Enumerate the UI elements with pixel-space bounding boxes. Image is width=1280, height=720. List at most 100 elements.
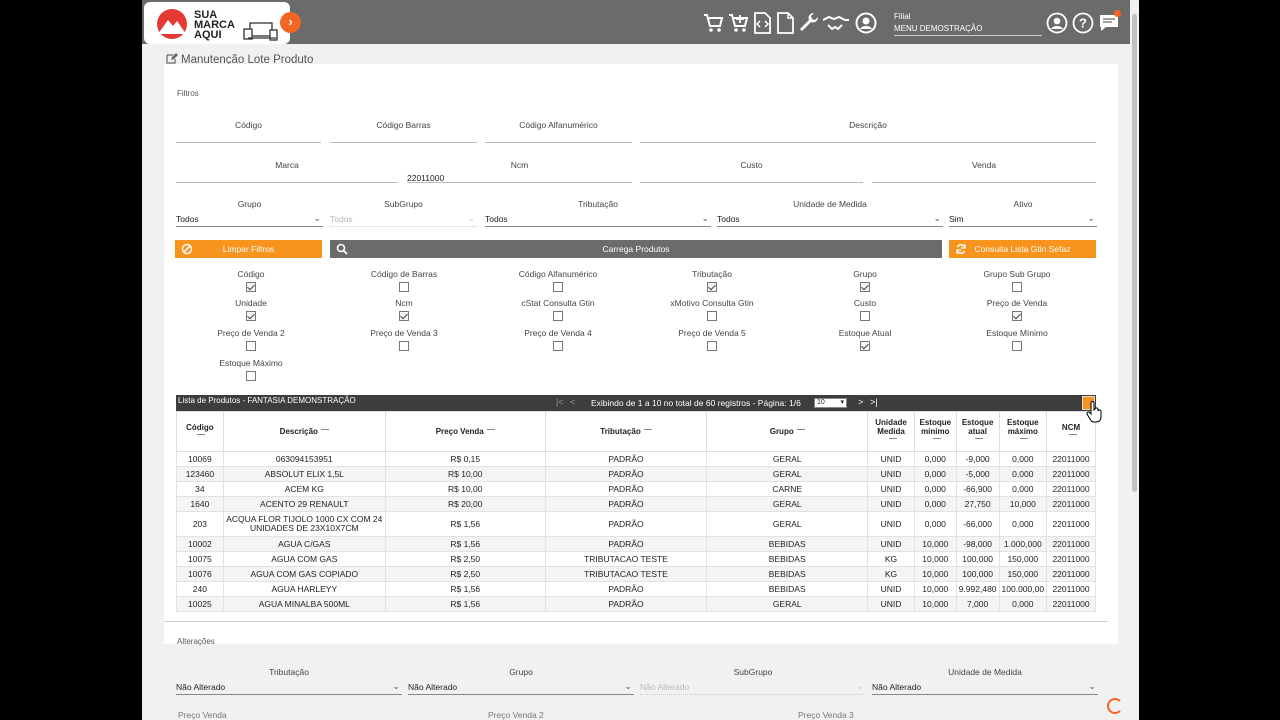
venda-field[interactable]: Venda: [872, 160, 1096, 183]
column-checkbox[interactable]: [707, 341, 717, 351]
table-row[interactable]: 34 ACEM KG R$ 10,00 PADRÃO CARNE UNID 0,000 -66…: [176, 481, 1096, 497]
table-cell: 10075: [176, 551, 224, 567]
column-header[interactable]: Código: [176, 411, 224, 452]
sort-icon[interactable]: [1068, 433, 1077, 440]
column-header[interactable]: Unidade Medida: [867, 411, 915, 452]
column-checkbox[interactable]: [246, 341, 256, 351]
unidade-medida-select[interactable]: Unidade de Medida Todos ⌄: [717, 199, 943, 227]
checkbox-label: Ncm: [395, 298, 413, 308]
prev-page-icon[interactable]: <: [570, 397, 575, 407]
page-size-select[interactable]: 10 ▾: [814, 398, 847, 408]
sort-icon[interactable]: [643, 429, 652, 435]
column-checkbox[interactable]: [1012, 341, 1022, 351]
sort-icon[interactable]: [796, 429, 805, 435]
sort-icon[interactable]: [975, 438, 984, 444]
column-header[interactable]: Estoque mínimo: [913, 411, 957, 452]
brand-logo[interactable]: SUA MARCA AQUI: [144, 2, 290, 44]
table-cell: 150,000: [998, 551, 1048, 567]
table-cell: UNID: [867, 481, 915, 497]
table-row[interactable]: 240 AGUA HARLEYY R$ 1,56 PADRÃO BEBIDAS UNID 1…: [176, 581, 1096, 597]
cart-icon[interactable]: [702, 12, 724, 34]
column-header-label: Estoque atual: [961, 418, 994, 436]
column-checkbox[interactable]: [1012, 311, 1022, 321]
file-icon[interactable]: [774, 12, 796, 34]
column-checkbox[interactable]: [399, 341, 409, 351]
column-checkbox[interactable]: [246, 311, 256, 321]
wrench-icon[interactable]: [798, 12, 820, 34]
codigo-field[interactable]: Código: [176, 120, 321, 143]
scrollbar-thumb[interactable]: [1132, 14, 1137, 492]
help-icon[interactable]: ?: [1072, 12, 1094, 34]
table-cell: 22011000: [1046, 496, 1096, 512]
column-checkbox[interactable]: [399, 282, 409, 292]
column-checkbox[interactable]: [860, 282, 870, 292]
top-bar: SUA MARCA AQUI › Filial MENU DEMOSTRAÇÃO…: [142, 0, 1130, 44]
descricao-field[interactable]: Descrição: [640, 120, 1096, 143]
grid-title: Lista de Produtos - FANTASIA DEMONSTRAÇÃ…: [178, 396, 356, 405]
column-checkbox[interactable]: [860, 311, 870, 321]
last-page-icon[interactable]: >|: [870, 397, 878, 407]
table-row[interactable]: 123460 ABSOLUT ELIX 1,5L R$ 10,00 PADRÃO GER…: [176, 466, 1096, 482]
alt-unidade-medida-select[interactable]: Unidade de Medida Não Alterado ⌄: [872, 667, 1098, 695]
sort-icon[interactable]: [1020, 438, 1029, 444]
tributacao-select[interactable]: Tributação Todos ⌄: [485, 199, 711, 227]
table-cell: PADRÃO: [544, 596, 708, 612]
sort-icon[interactable]: [932, 438, 941, 444]
table-row[interactable]: 10069 063094153951 R$ 0,15 PADRÃO GERAL UNID 0…: [176, 451, 1096, 467]
cart-plus-icon[interactable]: [727, 12, 749, 34]
table-cell: AGUA MINALBA 500ML: [222, 596, 386, 612]
column-checkbox[interactable]: [860, 341, 870, 351]
gtin-sefaz-button[interactable]: Consulta Lista Gtin Sefaz: [949, 240, 1096, 258]
checkbox-label: Preço de Venda 3: [370, 328, 438, 338]
sort-icon[interactable]: [320, 429, 329, 435]
handshake-icon[interactable]: [822, 12, 850, 34]
first-page-icon[interactable]: |<: [556, 397, 564, 407]
table-row[interactable]: 10075 AGUA COM GAS R$ 2,50 TRIBUTACAO TESTE…: [176, 551, 1096, 567]
custo-field[interactable]: Custo: [640, 160, 863, 183]
alt-tributacao-select[interactable]: Tributação Não Alterado ⌄: [176, 667, 402, 695]
column-header[interactable]: Grupo: [706, 411, 869, 452]
clear-filters-button[interactable]: Limpar Filtros: [175, 240, 322, 258]
column-checkbox[interactable]: [246, 371, 256, 381]
table-row[interactable]: 203 ACQUA FLOR TIJOLO 1000 CX COM 24 UNID…: [176, 511, 1096, 537]
sort-icon[interactable]: [197, 433, 206, 440]
column-checkbox[interactable]: [553, 341, 563, 351]
column-checkbox[interactable]: [1012, 282, 1022, 292]
table-cell: UNID: [867, 511, 915, 537]
table-row[interactable]: 1640 ACENTO 29 RENAULT R$ 20,00 PADRÃO GERAL…: [176, 496, 1096, 512]
table-cell: R$ 1,56: [384, 596, 546, 612]
column-checkbox[interactable]: [553, 282, 563, 292]
menu-toggle-button[interactable]: ›: [280, 12, 301, 33]
table-row[interactable]: 10025 AGUA MINALBA 500ML R$ 1,56 PADRÃO GERA…: [176, 596, 1096, 612]
ativo-select[interactable]: Ativo Sim ⌄: [949, 199, 1097, 227]
column-checkbox[interactable]: [246, 282, 256, 292]
table-row[interactable]: 10076 AGUA COM GAS COPIADO R$ 2,50 TRIBUTAC…: [176, 566, 1096, 582]
code-file-icon[interactable]: [751, 12, 773, 34]
column-header[interactable]: Preço Venda: [384, 411, 546, 452]
column-header[interactable]: Tributação: [544, 411, 708, 452]
user-circle-icon[interactable]: [855, 12, 877, 34]
chevron-down-icon: ⌄: [313, 213, 321, 223]
table-cell: 0,000: [998, 596, 1048, 612]
ncm-field[interactable]: Ncm 22011000: [407, 160, 632, 183]
column-checkbox[interactable]: [553, 311, 563, 321]
codigo-alfanumerico-field[interactable]: Código Alfanumérico: [485, 120, 632, 143]
sort-icon[interactable]: [486, 429, 495, 435]
table-row[interactable]: 10002 AGUA C/GAS R$ 1,56 PADRÃO BEBIDAS UNID 1…: [176, 536, 1096, 552]
sort-icon[interactable]: [888, 438, 897, 444]
column-checkbox[interactable]: [399, 311, 409, 321]
alt-grupo-select[interactable]: Grupo Não Alterado ⌄: [408, 667, 634, 695]
next-page-icon[interactable]: >: [858, 397, 863, 407]
marca-field[interactable]: Marca: [176, 160, 398, 183]
column-header[interactable]: Descrição: [222, 411, 386, 452]
column-checkbox[interactable]: [707, 282, 717, 292]
account-icon[interactable]: [1046, 12, 1068, 34]
grupo-select[interactable]: Grupo Todos ⌄: [176, 199, 323, 227]
load-products-button[interactable]: Carrega Produtos: [330, 240, 942, 258]
column-checkbox[interactable]: [707, 311, 717, 321]
column-header[interactable]: Estoque máximo: [998, 411, 1048, 452]
codigo-barras-field[interactable]: Código Barras: [330, 120, 477, 143]
column-header[interactable]: Estoque atual: [955, 411, 1000, 452]
table-cell: GERAL: [706, 511, 869, 537]
filial-select[interactable]: MENU DEMOSTRAÇÃO: [894, 24, 1042, 36]
